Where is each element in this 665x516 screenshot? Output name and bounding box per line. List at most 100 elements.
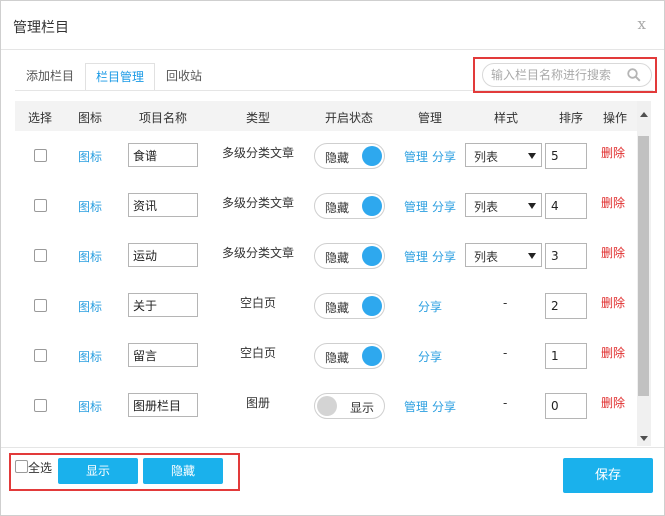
row-type: 空白页: [239, 296, 277, 310]
row-order-input[interactable]: [545, 143, 587, 169]
row-delete-link[interactable]: 删除: [601, 194, 625, 211]
status-toggle-label: 隐藏: [325, 301, 350, 315]
row-name-input[interactable]: [128, 143, 198, 167]
tab-add-column[interactable]: 添加栏目: [26, 63, 74, 89]
status-toggle[interactable]: 隐藏: [314, 193, 385, 219]
chevron-down-icon: [528, 253, 536, 259]
row-name-input[interactable]: [128, 243, 198, 267]
header-type: 类型: [245, 111, 271, 125]
row-icon-link[interactable]: 图标: [78, 398, 102, 415]
row-share-link[interactable]: 分享: [418, 348, 442, 365]
row-share-link[interactable]: 分享: [432, 198, 456, 215]
style-select[interactable]: 列表: [465, 193, 542, 217]
row-checkbox[interactable]: [34, 149, 47, 162]
status-toggle[interactable]: 隐藏: [314, 343, 385, 369]
row-checkbox[interactable]: [34, 249, 47, 262]
status-toggle-label: 显示: [349, 401, 374, 415]
save-button[interactable]: 保存: [563, 458, 653, 493]
header-style: 样式: [493, 111, 519, 125]
row-checkbox[interactable]: [34, 399, 47, 412]
row-delete-link[interactable]: 删除: [601, 144, 625, 161]
search-input[interactable]: [491, 67, 621, 83]
select-all-checkbox[interactable]: [15, 460, 28, 473]
row-icon-link[interactable]: 图标: [78, 348, 102, 365]
row-type: 多级分类文章: [221, 146, 295, 160]
row-icon-link[interactable]: 图标: [78, 298, 102, 315]
status-toggle[interactable]: 显示: [314, 393, 385, 419]
row-icon-link[interactable]: 图标: [78, 198, 102, 215]
select-all-label: 全选: [28, 461, 53, 475]
row-delete-link[interactable]: 删除: [601, 394, 625, 411]
close-icon[interactable]: x: [638, 15, 646, 33]
row-delete-link[interactable]: 删除: [601, 294, 625, 311]
header-icon: 图标: [77, 111, 103, 125]
status-toggle-label: 隐藏: [325, 351, 350, 365]
dialog-titlebar: 管理栏目 x: [1, 1, 664, 50]
toggle-knob: [317, 396, 337, 416]
row-manage-link[interactable]: 管理: [404, 148, 428, 165]
toggle-knob: [362, 196, 382, 216]
row-order-input[interactable]: [545, 293, 587, 319]
row-manage-link[interactable]: 管理: [404, 248, 428, 265]
row-name-input[interactable]: [128, 393, 198, 417]
style-select[interactable]: 列表: [465, 143, 542, 167]
style-select-value: 列表: [474, 200, 499, 214]
table-scrollbar[interactable]: [637, 101, 651, 446]
row-share-link[interactable]: 分享: [432, 148, 456, 165]
scroll-up-icon[interactable]: [640, 112, 648, 117]
status-toggle[interactable]: 隐藏: [314, 293, 385, 319]
header-select: 选择: [27, 111, 53, 125]
row-name-input[interactable]: [128, 293, 198, 317]
row-checkbox[interactable]: [34, 299, 47, 312]
status-toggle[interactable]: 隐藏: [314, 143, 385, 169]
row-manage-link[interactable]: 管理: [404, 398, 428, 415]
tab-column-management[interactable]: 栏目管理: [85, 63, 156, 91]
row-manage-link[interactable]: 管理: [404, 198, 428, 215]
toggle-knob: [362, 296, 382, 316]
row-type: 多级分类文章: [221, 246, 295, 260]
row-share-link[interactable]: 分享: [432, 398, 456, 415]
row-order-input[interactable]: [545, 393, 587, 419]
row-icon-link[interactable]: 图标: [78, 148, 102, 165]
header-actions: 操作: [602, 111, 628, 125]
status-toggle-label: 隐藏: [325, 251, 350, 265]
row-delete-link[interactable]: 删除: [601, 244, 625, 261]
columns-table: 选择 图标 项目名称 类型 开启状态 管理 样式 排序 操作 图标 多级分类文章…: [15, 101, 637, 446]
row-checkbox[interactable]: [34, 199, 47, 212]
scroll-down-icon[interactable]: [640, 436, 648, 441]
show-button[interactable]: 显示: [58, 458, 138, 484]
table-header: 选择 图标 项目名称 类型 开启状态 管理 样式 排序 操作: [15, 101, 637, 131]
style-select[interactable]: 列表: [465, 243, 542, 267]
search-icon[interactable]: [627, 68, 641, 85]
row-order-input[interactable]: [545, 343, 587, 369]
row-order-input[interactable]: [545, 193, 587, 219]
row-order-input[interactable]: [545, 243, 587, 269]
row-type: 多级分类文章: [221, 196, 295, 210]
dialog-title: 管理栏目: [13, 20, 69, 36]
chevron-down-icon: [528, 203, 536, 209]
footer-divider: [1, 447, 664, 448]
header-name: 项目名称: [138, 111, 188, 125]
header-manage: 管理: [417, 111, 443, 125]
tab-recycle-bin[interactable]: 回收站: [166, 63, 202, 89]
search-box: [482, 63, 652, 87]
row-share-link[interactable]: 分享: [432, 248, 456, 265]
row-checkbox[interactable]: [34, 349, 47, 362]
table-row: 图标 空白页 隐藏 分享 - 删除: [15, 331, 637, 381]
row-style-empty: -: [503, 346, 508, 360]
table-row: 图标 多级分类文章 隐藏 管理 分享 列表 删除: [15, 231, 637, 281]
table-row: 图标 空白页 隐藏 分享 - 删除: [15, 281, 637, 331]
scroll-thumb[interactable]: [638, 136, 649, 396]
row-type: 空白页: [239, 346, 277, 360]
row-share-link[interactable]: 分享: [418, 298, 442, 315]
row-name-input[interactable]: [128, 193, 198, 217]
hide-button[interactable]: 隐藏: [143, 458, 223, 484]
row-icon-link[interactable]: 图标: [78, 248, 102, 265]
style-select-value: 列表: [474, 250, 499, 264]
row-name-input[interactable]: [128, 343, 198, 367]
chevron-down-icon: [528, 153, 536, 159]
table-row: 图标 图册 显示 管理 分享 - 删除: [15, 381, 637, 431]
row-delete-link[interactable]: 删除: [601, 344, 625, 361]
toggle-knob: [362, 346, 382, 366]
status-toggle[interactable]: 隐藏: [314, 243, 385, 269]
